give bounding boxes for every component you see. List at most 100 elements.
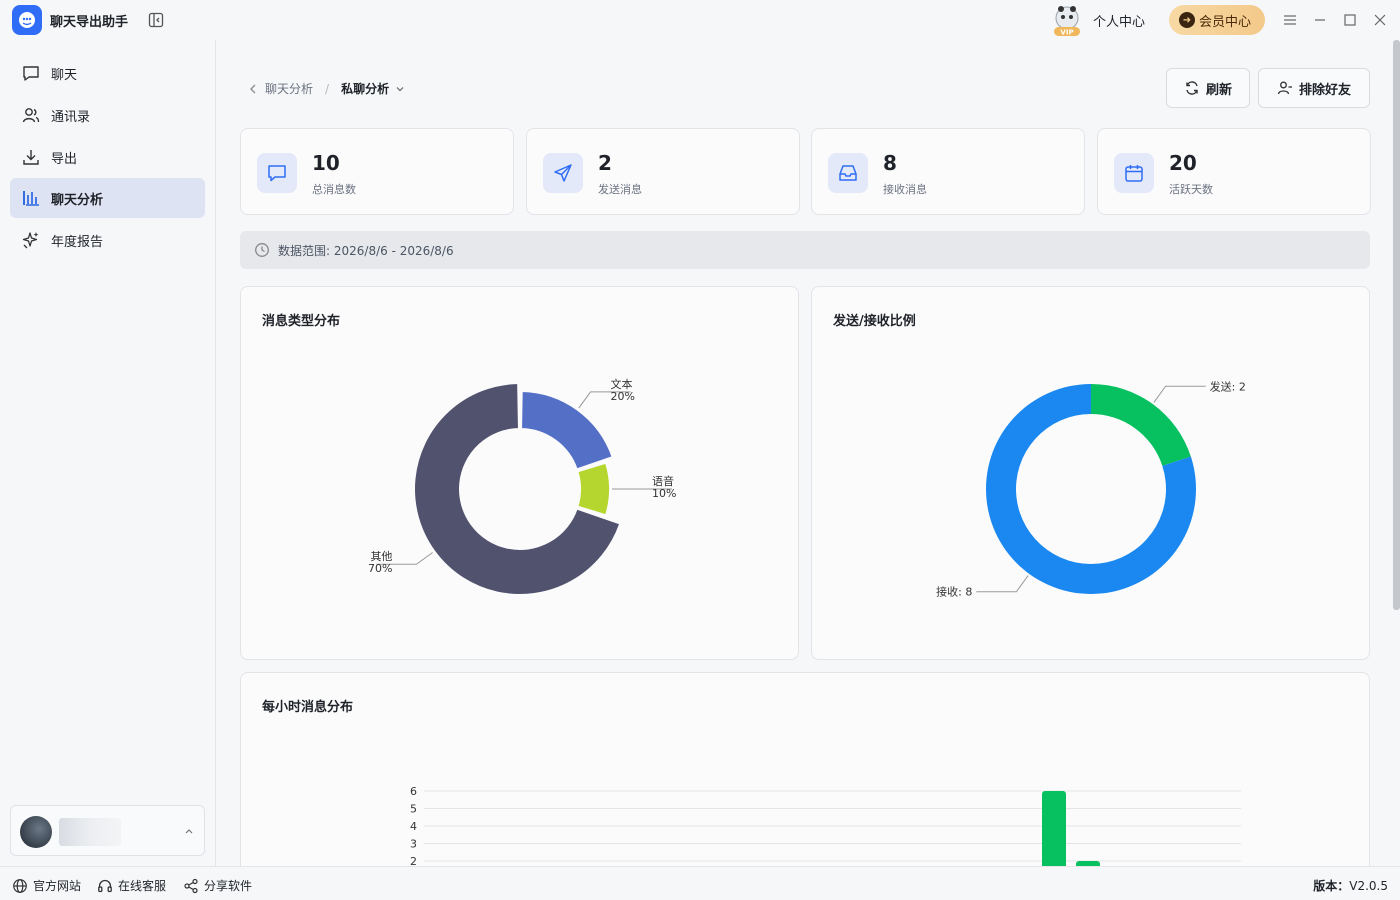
- calendar-icon: [1114, 153, 1154, 193]
- pie-slice: [576, 461, 611, 517]
- exclude-friends-label: 排除好友: [1298, 82, 1351, 98]
- svg-text:VIP: VIP: [1060, 29, 1073, 37]
- globe-icon: [13, 878, 27, 893]
- clock-icon: [255, 243, 269, 257]
- sidebar-item-label: 聊天: [51, 67, 78, 83]
- refresh-label: 刷新: [1205, 82, 1232, 98]
- share-icon: [184, 878, 198, 893]
- contacts-icon: [22, 108, 40, 123]
- user-name-redacted: [59, 818, 121, 846]
- personal-center-link[interactable]: 个人中心: [1093, 11, 1145, 30]
- sidebar-item-label: 年度报告: [51, 234, 104, 250]
- sidebar: 聊天 通讯录 导出 聊天分析 年度报告: [0, 40, 216, 866]
- data-range-bar: 数据范围: 2026/8/6 - 2026/8/6: [240, 231, 1370, 269]
- breadcrumb: 聊天分析 / 私聊分析: [247, 80, 406, 97]
- minimize-icon[interactable]: [1312, 12, 1328, 28]
- chevron-left-icon[interactable]: [247, 83, 259, 95]
- exclude-friends-button[interactable]: 排除好友: [1258, 68, 1370, 108]
- pie-label: 发送: 2: [1210, 379, 1246, 393]
- send-icon: [543, 153, 583, 193]
- sidebar-collapse-icon[interactable]: [148, 12, 164, 28]
- stat-value: 2: [598, 151, 612, 175]
- y-tick-label: 2: [410, 855, 417, 866]
- stat-value: 10: [312, 151, 340, 175]
- sidebar-item-label: 聊天分析: [51, 192, 104, 208]
- sidebar-item-label: 导出: [51, 151, 78, 167]
- close-icon[interactable]: [1372, 12, 1388, 28]
- send-receive-pie-chart: 发送: 2 接收: 8: [936, 379, 1246, 599]
- sidebar-item-label: 通讯录: [51, 109, 91, 125]
- stat-card-received: 8 接收消息: [811, 128, 1085, 215]
- pie-slice: [520, 390, 614, 471]
- footer: 官方网站 在线客服 分享软件 版本：V2.0.5: [0, 866, 1400, 900]
- official-website-link[interactable]: 官方网站: [12, 877, 81, 894]
- pie-label-percent: 70%: [368, 562, 392, 575]
- pie-slice: [1091, 384, 1191, 466]
- message-icon: [257, 153, 297, 193]
- breadcrumb-parent[interactable]: 聊天分析: [265, 80, 313, 97]
- avatar: [20, 816, 52, 848]
- sidebar-item-annual-report[interactable]: 年度报告: [10, 220, 205, 260]
- arrow-right-icon: ➜: [1179, 12, 1195, 28]
- stat-card-sent: 2 发送消息: [526, 128, 800, 215]
- sidebar-item-chat[interactable]: 聊天: [10, 53, 205, 93]
- bar-chart-icon: [23, 191, 39, 206]
- share-software-label: 分享软件: [204, 879, 253, 893]
- pie-label-percent: 20%: [611, 390, 635, 403]
- hourly-bar-chart: 6 5 4 3 2: [410, 785, 1241, 866]
- stat-label: 活跃天数: [1169, 183, 1213, 196]
- data-range-text: 数据范围: 2026/8/6 - 2026/8/6: [278, 243, 454, 258]
- stat-value: 20: [1169, 151, 1197, 175]
- official-website-label: 官方网站: [33, 879, 82, 893]
- version-value: V2.0.5: [1349, 879, 1388, 893]
- online-support-link[interactable]: 在线客服: [97, 877, 166, 894]
- chat-icon: [23, 66, 39, 81]
- title-bar: 聊天导出助手 VIP 个人中心 ➜ 会员中心: [0, 0, 1400, 40]
- pie-label-percent: 10%: [652, 487, 676, 500]
- chevron-down-icon: [396, 86, 404, 91]
- member-center-label: 会员中心: [1199, 14, 1252, 30]
- online-support-label: 在线客服: [118, 879, 167, 893]
- version-label: 版本：: [1313, 879, 1350, 893]
- user-minus-icon: [1277, 81, 1292, 95]
- stat-label: 总消息数: [312, 183, 356, 196]
- breadcrumb-current[interactable]: 私聊分析: [341, 80, 406, 97]
- refresh-icon: [1186, 81, 1198, 95]
- hourly-panel: 每小时消息分布 65432: [240, 672, 1370, 866]
- y-tick-label: 6: [410, 785, 417, 798]
- vip-avatar-icon[interactable]: VIP: [1050, 5, 1084, 37]
- pie-label-name: 文本: [611, 377, 633, 391]
- breadcrumb-separator: /: [325, 81, 330, 96]
- menu-icon[interactable]: [1282, 12, 1298, 28]
- download-icon: [23, 150, 39, 165]
- maximize-icon[interactable]: [1342, 12, 1358, 28]
- main-content: 聊天分析 / 私聊分析 刷新 排除好友 10 总消息数 2 发送消息 8 接收消…: [217, 40, 1392, 866]
- main-scrollbar[interactable]: [1393, 40, 1400, 610]
- breadcrumb-current-label: 私聊分析: [341, 82, 390, 96]
- stat-label: 接收消息: [883, 183, 927, 196]
- inbox-icon: [828, 153, 868, 193]
- stat-card-active-days: 20 活跃天数: [1097, 128, 1371, 215]
- y-tick-label: 5: [410, 803, 417, 816]
- refresh-button[interactable]: 刷新: [1166, 68, 1250, 108]
- app-logo-icon: [12, 5, 42, 35]
- message-type-pie-chart: 文本20%语音10%其他70%: [368, 377, 676, 596]
- sidebar-item-export[interactable]: 导出: [10, 137, 205, 177]
- member-center-button[interactable]: ➜ 会员中心: [1169, 5, 1265, 35]
- y-tick-label: 4: [410, 820, 417, 833]
- app-title: 聊天导出助手: [50, 15, 129, 30]
- stat-card-total: 10 总消息数: [240, 128, 514, 215]
- sidebar-item-analysis[interactable]: 聊天分析: [10, 178, 205, 218]
- user-account-card[interactable]: [10, 805, 205, 856]
- headset-icon: [98, 879, 112, 892]
- pie-label: 接收: 8: [936, 585, 972, 599]
- share-software-link[interactable]: 分享软件: [183, 877, 252, 894]
- message-type-panel: 消息类型分布 文本 20% 语音 10% 其他 70%: [240, 286, 799, 660]
- hourly-bar: [1042, 791, 1066, 866]
- send-receive-panel: 发送/接收比例 发送: 2 接收: 8: [811, 286, 1370, 660]
- stat-label: 发送消息: [598, 183, 642, 196]
- stat-value: 8: [883, 151, 897, 175]
- pie-label-line: [1153, 385, 1206, 403]
- y-tick-label: 3: [410, 838, 417, 851]
- sidebar-item-contacts[interactable]: 通讯录: [10, 95, 205, 135]
